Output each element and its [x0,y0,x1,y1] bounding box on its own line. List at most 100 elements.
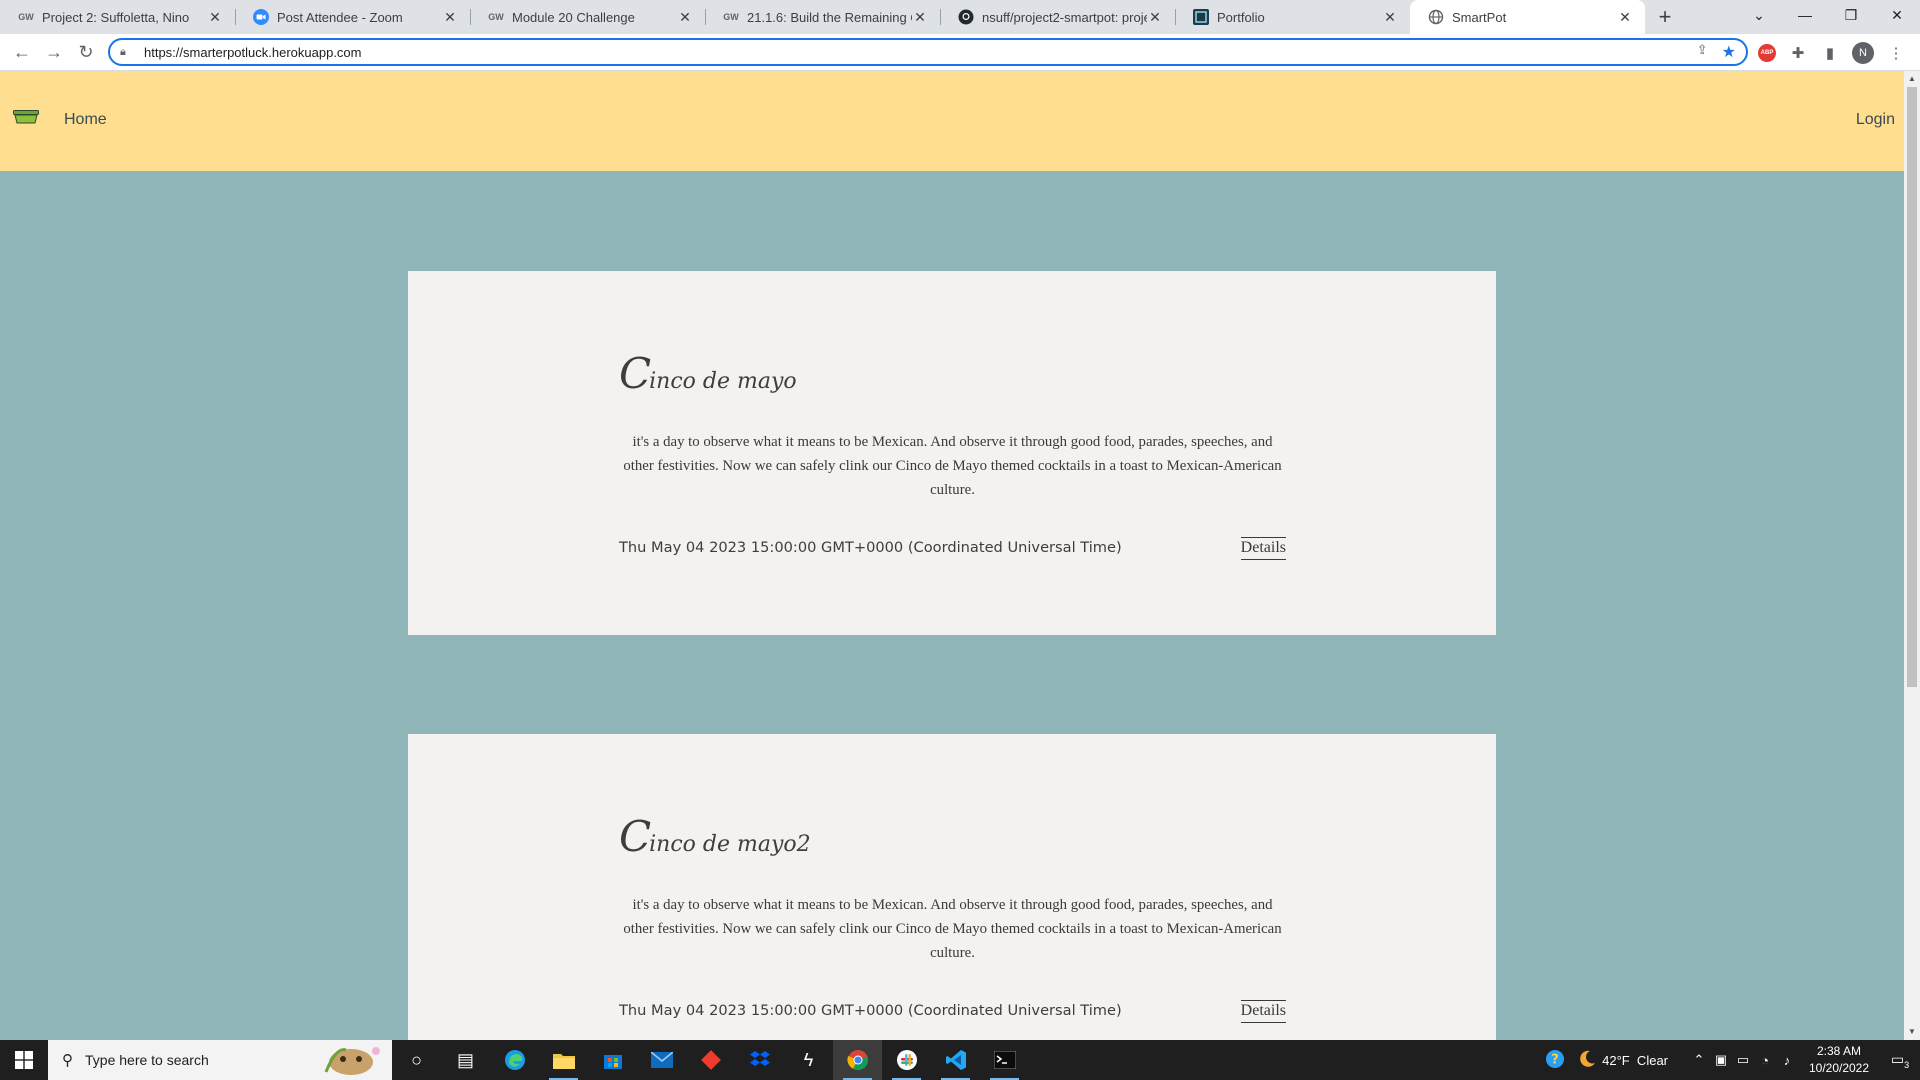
close-tab-icon[interactable]: ✕ [207,9,223,26]
cortana-icon[interactable]: ○ [392,1040,441,1080]
tab-title: Post Attendee - Zoom [277,9,403,25]
tab-title: Project 2: Suffoletta, Nino [42,9,190,25]
scroll-down-arrow-icon[interactable]: ▼ [1904,1024,1920,1040]
windows-start-icon[interactable] [0,1040,48,1080]
gw-favicon-icon: GW [488,12,504,22]
tab-title: Module 20 Challenge [512,9,635,25]
gw-favicon-icon: GW [723,12,739,22]
edge-icon[interactable] [490,1040,539,1080]
scrollbar-thumb[interactable] [1907,87,1917,687]
bookmark-star-icon[interactable]: ★ [1722,42,1736,62]
close-window-button[interactable]: ✕ [1874,0,1920,30]
menu-kebab-icon[interactable]: ⋮ [1886,43,1906,63]
event-description: it's a day to observe what it means to b… [623,434,1282,498]
system-tray: ? 42°F Clear ⌃ ▣ ▭ ◔ ♪ 2:38 AM 10/20/202… [1538,1040,1920,1080]
scroll-up-arrow-icon[interactable]: ▲ [1904,71,1920,87]
extensions-puzzle-icon[interactable]: ✚ [1788,43,1808,63]
tab-github[interactable]: nsuff/project2-smartpot: project ✕ [940,0,1175,34]
smartpot-logo-icon[interactable] [13,110,39,124]
details-button[interactable]: Details [1240,1000,1286,1023]
lock-icon[interactable]: 🔒︎ [120,46,134,59]
moon-weather-icon[interactable] [1572,1049,1602,1072]
microsoft-store-icon[interactable] [588,1040,637,1080]
tab-project-2[interactable]: GW Project 2: Suffoletta, Nino ✕ [0,0,235,34]
help-icon[interactable]: ? [1538,1049,1572,1072]
notification-center-icon[interactable]: ▭3 [1880,1051,1920,1070]
task-view-icon[interactable]: ▤ [441,1040,490,1080]
event-title[interactable]: Cinco de mayo2 [619,812,811,861]
event-description: it's a day to observe what it means to b… [623,897,1282,961]
chrome-icon[interactable] [833,1040,882,1080]
gw-favicon-icon: GW [18,12,34,22]
tab-title: 21.1.6: Build the Remaining Que [747,9,912,25]
terminal-icon[interactable] [980,1040,1029,1080]
side-panel-icon[interactable]: ▮ [1820,43,1840,63]
mail-icon[interactable] [637,1040,686,1080]
restore-button[interactable]: ❐ [1828,0,1874,30]
zoom-icon [253,9,269,25]
page-scrollbar[interactable]: ▲ ▼ [1904,71,1920,1040]
tab-module-20[interactable]: GW Module 20 Challenge ✕ [470,0,705,34]
search-placeholder: Type here to search [85,1052,209,1068]
clock-time: 2:38 AM [1816,1044,1862,1058]
new-tab-button[interactable]: + [1645,0,1685,34]
back-button[interactable]: ← [6,36,38,68]
event-card: Cinco de mayo2 it's a day to observe wha… [408,734,1496,1040]
event-card: Cinco de mayo it's a day to observe what… [408,271,1496,635]
event-title[interactable]: Cinco de mayo [619,349,797,398]
nav-login-link[interactable]: Login [1856,111,1895,129]
search-highlight-doodle-icon[interactable] [316,1042,386,1078]
nav-home-link[interactable]: Home [64,111,107,129]
minimize-button[interactable]: — [1782,0,1828,30]
weather-text[interactable]: 42°F Clear [1602,1053,1668,1068]
device-icon[interactable]: ▣ [1710,1052,1732,1068]
page-viewport: Home Login Cinco de mayo it's a day to o… [0,71,1904,1040]
details-button[interactable]: Details [1240,537,1286,560]
tab-search-icon[interactable]: ⌄ [1736,0,1782,30]
battery-icon[interactable]: ▭ [1732,1052,1754,1068]
forward-button[interactable]: → [38,36,70,68]
tab-strip: GW Project 2: Suffoletta, Nino ✕ Post At… [0,0,1920,34]
tab-title: Portfolio [1217,9,1265,25]
portfolio-icon [1193,9,1209,25]
tab-zoom[interactable]: Post Attendee - Zoom ✕ [235,0,470,34]
extensions-area: ABP ✚ ▮ N ⋮ [1758,39,1906,67]
windows-taskbar: ⚲ Type here to search ○ ▤ ϟ ? 42°F Clear… [0,1040,1920,1080]
event-date: Thu May 04 2023 15:00:00 GMT+0000 (Coord… [619,539,1122,556]
reload-button[interactable]: ↻ [70,36,102,68]
dropbox-icon[interactable] [735,1040,784,1080]
profile-avatar[interactable]: N [1852,42,1874,64]
slack-icon[interactable] [882,1040,931,1080]
clock-date: 10/20/2022 [1808,1061,1870,1075]
tab-smartpot[interactable]: SmartPot ✕ [1410,0,1645,34]
close-tab-icon[interactable]: ✕ [677,9,693,26]
terminal-lightning-icon[interactable]: ϟ [784,1040,833,1080]
window-controls: ⌄ — ❐ ✕ [1736,0,1920,34]
chat-bubble-icon: ▭ [1890,1050,1905,1067]
volume-icon[interactable]: ♪ [1776,1053,1798,1068]
url-text[interactable]: https://smarterpotluck.herokuapp.com [144,45,1697,60]
share-icon[interactable]: ⇪ [1697,42,1708,62]
close-tab-icon[interactable]: ✕ [1147,9,1163,26]
github-icon [958,9,974,25]
tab-portfolio[interactable]: Portfolio ✕ [1175,0,1410,34]
taskbar-search-box[interactable]: ⚲ Type here to search [48,1040,392,1080]
chevron-up-icon[interactable]: ⌃ [1688,1052,1710,1068]
taskbar-clock[interactable]: 2:38 AM 10/20/2022 [1798,1043,1880,1077]
tab-21-1-6[interactable]: GW 21.1.6: Build the Remaining Que ✕ [705,0,940,34]
close-tab-icon[interactable]: ✕ [442,9,458,26]
file-explorer-icon[interactable] [539,1040,588,1080]
close-tab-icon[interactable]: ✕ [912,9,928,26]
site-navbar: Home Login [0,71,1904,171]
adblock-plus-icon[interactable]: ABP [1758,44,1776,62]
address-bar[interactable]: 🔒︎ https://smarterpotluck.herokuapp.com … [108,38,1748,66]
close-tab-icon[interactable]: ✕ [1382,9,1398,26]
wifi-icon[interactable]: ◔ [1754,1053,1776,1068]
close-tab-icon[interactable]: ✕ [1617,9,1633,26]
globe-icon [1428,9,1444,25]
git-app-icon[interactable] [686,1040,735,1080]
search-icon: ⚲ [62,1052,73,1069]
tab-title: nsuff/project2-smartpot: project [982,9,1147,25]
browser-toolbar: ← → ↻ 🔒︎ https://smarterpotluck.herokuap… [0,34,1920,71]
vscode-icon[interactable] [931,1040,980,1080]
